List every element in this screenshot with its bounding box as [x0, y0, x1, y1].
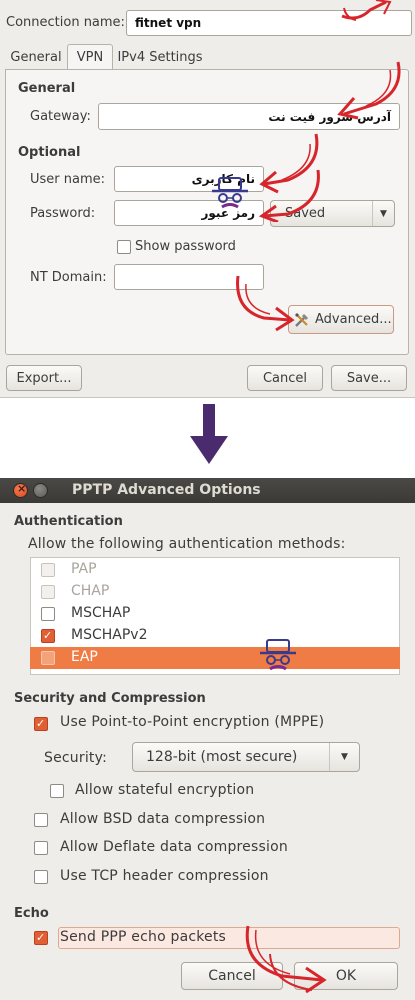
eap-checkbox[interactable]: [41, 651, 55, 665]
mschapv2-label: MSCHAPv2: [71, 627, 148, 643]
password-label: Password:: [30, 206, 96, 221]
connection-editor-dialog: Connection name: fitnet vpn General VPN …: [0, 0, 415, 398]
bsd-compression-checkbox[interactable]: [34, 813, 48, 827]
export-button[interactable]: Export...: [6, 365, 82, 391]
send-echo-label: Send PPP echo packets: [60, 929, 227, 945]
chevron-down-icon: ▼: [372, 201, 394, 226]
password-storage-select[interactable]: Saved ▼: [270, 200, 395, 227]
mschapv2-checkbox[interactable]: [41, 629, 55, 643]
auth-method-chap[interactable]: CHAP: [30, 581, 400, 603]
ok-button[interactable]: OK: [294, 962, 398, 990]
auth-method-mschapv2[interactable]: MSCHAPv2: [30, 625, 400, 647]
password-input[interactable]: رمز عبور: [114, 200, 264, 226]
pptp-advanced-dialog: × PPTP Advanced Options Authentication A…: [0, 478, 415, 1000]
stateful-encryption-checkbox[interactable]: [50, 784, 64, 798]
nt-domain-input[interactable]: [114, 264, 264, 290]
title-bar: × PPTP Advanced Options: [0, 478, 415, 503]
security-label: Security:: [44, 750, 107, 766]
advanced-button[interactable]: Advanced...: [288, 305, 394, 334]
cancel-button[interactable]: Cancel: [181, 962, 283, 990]
tab-ipv4-settings[interactable]: IPv4 Settings: [114, 45, 206, 69]
allow-methods-label: Allow the following authentication metho…: [28, 536, 346, 552]
tools-icon: [295, 313, 309, 327]
security-select[interactable]: 128-bit (most secure) ▼: [132, 742, 360, 772]
send-echo-checkbox[interactable]: [34, 931, 48, 945]
use-mppe-checkbox[interactable]: [34, 717, 48, 731]
auth-method-mschap[interactable]: MSCHAP: [30, 603, 400, 625]
show-password-checkbox[interactable]: [117, 240, 131, 254]
pap-checkbox[interactable]: [41, 563, 55, 577]
use-mppe-label: Use Point-to-Point encryption (MPPE): [60, 714, 325, 730]
pap-label: PAP: [71, 561, 97, 577]
echo-heading: Echo: [14, 906, 49, 921]
tcp-header-compression-checkbox[interactable]: [34, 870, 48, 884]
show-password-label: Show password: [135, 239, 236, 254]
gateway-input[interactable]: آدرس سرور فیت نت: [98, 103, 400, 130]
minimize-icon[interactable]: [33, 483, 48, 498]
gateway-label: Gateway:: [30, 109, 91, 124]
deflate-compression-label: Allow Deflate data compression: [60, 839, 288, 855]
optional-heading: Optional: [18, 145, 81, 160]
password-storage-value: Saved: [285, 206, 326, 221]
general-heading: General: [18, 81, 76, 96]
dialog-title: PPTP Advanced Options: [72, 482, 261, 498]
connection-name-label: Connection name:: [6, 15, 125, 30]
security-compression-heading: Security and Compression: [14, 691, 206, 706]
close-icon[interactable]: ×: [13, 482, 28, 498]
mschap-checkbox[interactable]: [41, 607, 55, 621]
tab-vpn[interactable]: VPN: [67, 44, 113, 70]
user-name-input[interactable]: نام کاربری: [114, 166, 264, 192]
nt-domain-label: NT Domain:: [30, 270, 107, 285]
tcp-header-compression-label: Use TCP header compression: [60, 868, 269, 884]
auth-method-eap[interactable]: EAP: [30, 647, 400, 669]
tab-general[interactable]: General: [5, 45, 67, 69]
arrow-down-icon: [190, 404, 228, 464]
eap-label: EAP: [71, 649, 98, 665]
chevron-down-icon: ▼: [329, 743, 359, 771]
chap-label: CHAP: [71, 583, 110, 599]
save-button[interactable]: Save...: [331, 365, 407, 391]
bsd-compression-label: Allow BSD data compression: [60, 811, 266, 827]
user-name-label: User name:: [30, 172, 106, 187]
authentication-heading: Authentication: [14, 514, 123, 529]
connection-name-input[interactable]: fitnet vpn: [126, 10, 412, 36]
stateful-encryption-label: Allow stateful encryption: [75, 782, 255, 798]
cancel-button[interactable]: Cancel: [247, 365, 323, 391]
mschap-label: MSCHAP: [71, 605, 131, 621]
chap-checkbox[interactable]: [41, 585, 55, 599]
auth-method-pap[interactable]: PAP: [30, 559, 400, 581]
deflate-compression-checkbox[interactable]: [34, 841, 48, 855]
advanced-button-label: Advanced...: [315, 312, 392, 327]
security-value: 128-bit (most secure): [146, 749, 298, 765]
